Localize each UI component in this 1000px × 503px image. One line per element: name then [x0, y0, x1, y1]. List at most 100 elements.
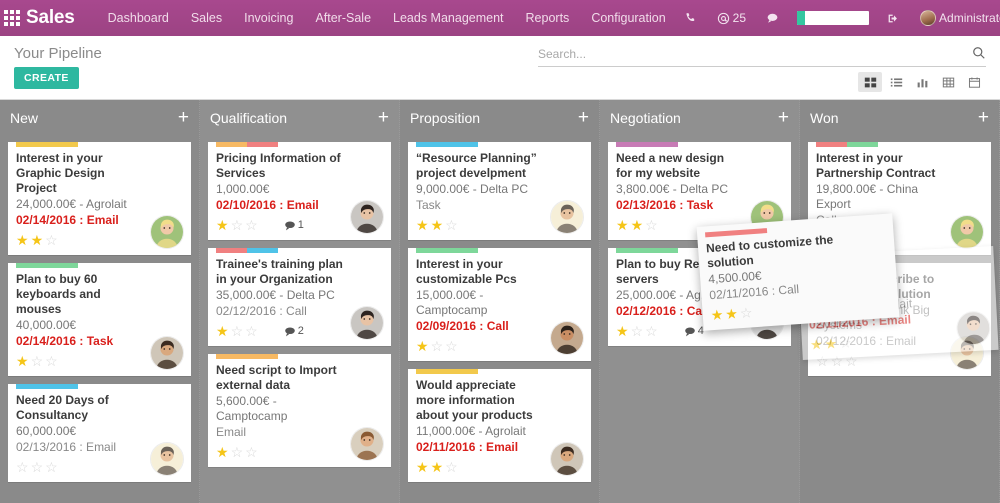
plus-icon[interactable]: + — [972, 110, 989, 126]
view-button-pivot[interactable] — [936, 72, 960, 92]
create-button[interactable]: CREATE — [14, 67, 79, 89]
star-3[interactable]: ☆ — [445, 218, 458, 232]
priority-stars[interactable]: ★★☆ — [616, 218, 658, 232]
menu-item-sales[interactable]: Sales — [180, 0, 233, 36]
priority-stars[interactable]: ★☆☆ — [616, 324, 658, 338]
star-1[interactable]: ★ — [216, 324, 229, 338]
avatar[interactable] — [150, 215, 184, 249]
menu-item-dashboard[interactable]: Dashboard — [97, 0, 180, 36]
priority-stars[interactable]: ★☆☆ — [216, 324, 258, 338]
star-1[interactable]: ★ — [216, 218, 229, 232]
kanban-card[interactable]: Interest in your Graphic Design Project2… — [8, 142, 191, 255]
menu-item-configuration[interactable]: Configuration — [580, 0, 676, 36]
star-2[interactable]: ☆ — [31, 460, 44, 474]
star-1[interactable]: ★ — [416, 339, 429, 353]
avatar[interactable] — [350, 306, 384, 340]
avatar[interactable] — [350, 200, 384, 234]
priority-stars[interactable]: ★☆☆ — [16, 354, 58, 368]
avatar[interactable] — [950, 215, 984, 249]
star-1[interactable]: ★ — [16, 354, 29, 368]
avatar[interactable] — [150, 442, 184, 476]
priority-stars[interactable]: ☆☆☆ — [16, 460, 58, 474]
sign-out-icon[interactable] — [879, 0, 908, 36]
kanban-card[interactable]: Want to subscribe to your online solutio… — [808, 263, 991, 376]
kanban-card[interactable]: Plan to buy RedHat servers25,000.00€ - A… — [608, 248, 791, 346]
plus-icon[interactable]: + — [772, 110, 789, 126]
avatar[interactable] — [750, 306, 784, 340]
avatar[interactable] — [550, 321, 584, 355]
message-count[interactable]: 1 — [284, 219, 304, 231]
star-1[interactable]: ★ — [216, 445, 229, 459]
avatar[interactable] — [350, 427, 384, 461]
star-3[interactable]: ☆ — [245, 324, 258, 338]
star-2[interactable]: ★ — [431, 218, 444, 232]
apps-grid-icon[interactable] — [4, 10, 20, 26]
message-count[interactable]: 4 — [684, 325, 704, 337]
view-button-kanban[interactable] — [858, 72, 882, 92]
view-button-list[interactable] — [884, 72, 908, 92]
priority-stars[interactable]: ★☆☆ — [216, 445, 258, 459]
star-1[interactable]: ★ — [16, 233, 29, 247]
menu-item-leads-management[interactable]: Leads Management — [382, 0, 515, 36]
activity-progress-bar[interactable] — [797, 11, 869, 25]
star-1[interactable]: ★ — [616, 218, 629, 232]
view-button-graph[interactable] — [910, 72, 934, 92]
menu-item-reports[interactable]: Reports — [515, 0, 581, 36]
mentions-counter[interactable]: 25 — [709, 0, 754, 36]
priority-stars[interactable]: ★★☆ — [16, 233, 58, 247]
star-2[interactable]: ★ — [631, 218, 644, 232]
star-2[interactable]: ☆ — [231, 445, 244, 459]
plus-icon[interactable]: + — [572, 110, 589, 126]
kanban-card[interactable]: Plan to buy 60 keyboards and mouses40,00… — [8, 263, 191, 376]
plus-icon[interactable]: + — [172, 110, 189, 126]
star-3[interactable]: ☆ — [445, 460, 458, 474]
star-1[interactable]: ★ — [416, 460, 429, 474]
priority-stars[interactable]: ★☆☆ — [416, 339, 458, 353]
kanban-card[interactable]: Interest in your Partnership Contract19,… — [808, 142, 991, 255]
star-2[interactable]: ★ — [431, 460, 444, 474]
star-1[interactable]: ★ — [416, 218, 429, 232]
priority-stars[interactable]: ★★☆ — [816, 233, 858, 247]
star-1[interactable]: ★ — [616, 324, 629, 338]
kanban-card[interactable]: Trainee's training plan in your Organiza… — [208, 248, 391, 346]
star-3[interactable]: ☆ — [445, 339, 458, 353]
star-3[interactable]: ☆ — [845, 233, 858, 247]
star-3[interactable]: ☆ — [245, 218, 258, 232]
star-2[interactable]: ★ — [831, 233, 844, 247]
star-3[interactable]: ☆ — [45, 354, 58, 368]
message-count[interactable]: 2 — [284, 325, 304, 337]
star-3[interactable]: ☆ — [645, 218, 658, 232]
avatar[interactable] — [750, 200, 784, 234]
star-2[interactable]: ☆ — [31, 354, 44, 368]
star-3[interactable]: ☆ — [645, 324, 658, 338]
priority-stars[interactable]: ★★☆ — [416, 218, 458, 232]
star-2[interactable]: ☆ — [431, 339, 444, 353]
star-3[interactable]: ☆ — [845, 354, 858, 368]
priority-stars[interactable]: ☆☆☆ — [816, 354, 858, 368]
menu-item-after-sale[interactable]: After-Sale — [304, 0, 382, 36]
menu-item-invoicing[interactable]: Invoicing — [233, 0, 304, 36]
star-3[interactable]: ☆ — [245, 445, 258, 459]
user-menu[interactable]: Administrator — [912, 0, 1000, 36]
priority-stars[interactable]: ★★☆ — [416, 460, 458, 474]
star-3[interactable]: ☆ — [45, 233, 58, 247]
search-input[interactable] — [538, 47, 972, 61]
chat-bubble-icon[interactable] — [758, 0, 787, 36]
search-bar[interactable] — [538, 46, 986, 67]
avatar[interactable] — [950, 336, 984, 370]
phone-icon[interactable] — [677, 0, 705, 36]
plus-icon[interactable]: + — [372, 110, 389, 126]
view-button-calendar[interactable] — [962, 72, 986, 92]
kanban-card[interactable]: Need script to Import external data5,600… — [208, 354, 391, 467]
kanban-card[interactable]: Pricing Information of Services1,000.00€… — [208, 142, 391, 240]
star-2[interactable]: ★ — [31, 233, 44, 247]
kanban-card[interactable]: Need 20 Days of Consultancy60,000.00€02/… — [8, 384, 191, 482]
star-2[interactable]: ☆ — [231, 218, 244, 232]
search-icon[interactable] — [972, 46, 986, 62]
kanban-card[interactable]: “Resource Planning” project develpment9,… — [408, 142, 591, 240]
app-brand[interactable]: Sales — [26, 7, 75, 29]
star-2[interactable]: ☆ — [231, 324, 244, 338]
priority-stars[interactable]: ★☆☆ — [216, 218, 258, 232]
star-2[interactable]: ☆ — [831, 354, 844, 368]
kanban-card[interactable]: Would appreciate more information about … — [408, 369, 591, 482]
